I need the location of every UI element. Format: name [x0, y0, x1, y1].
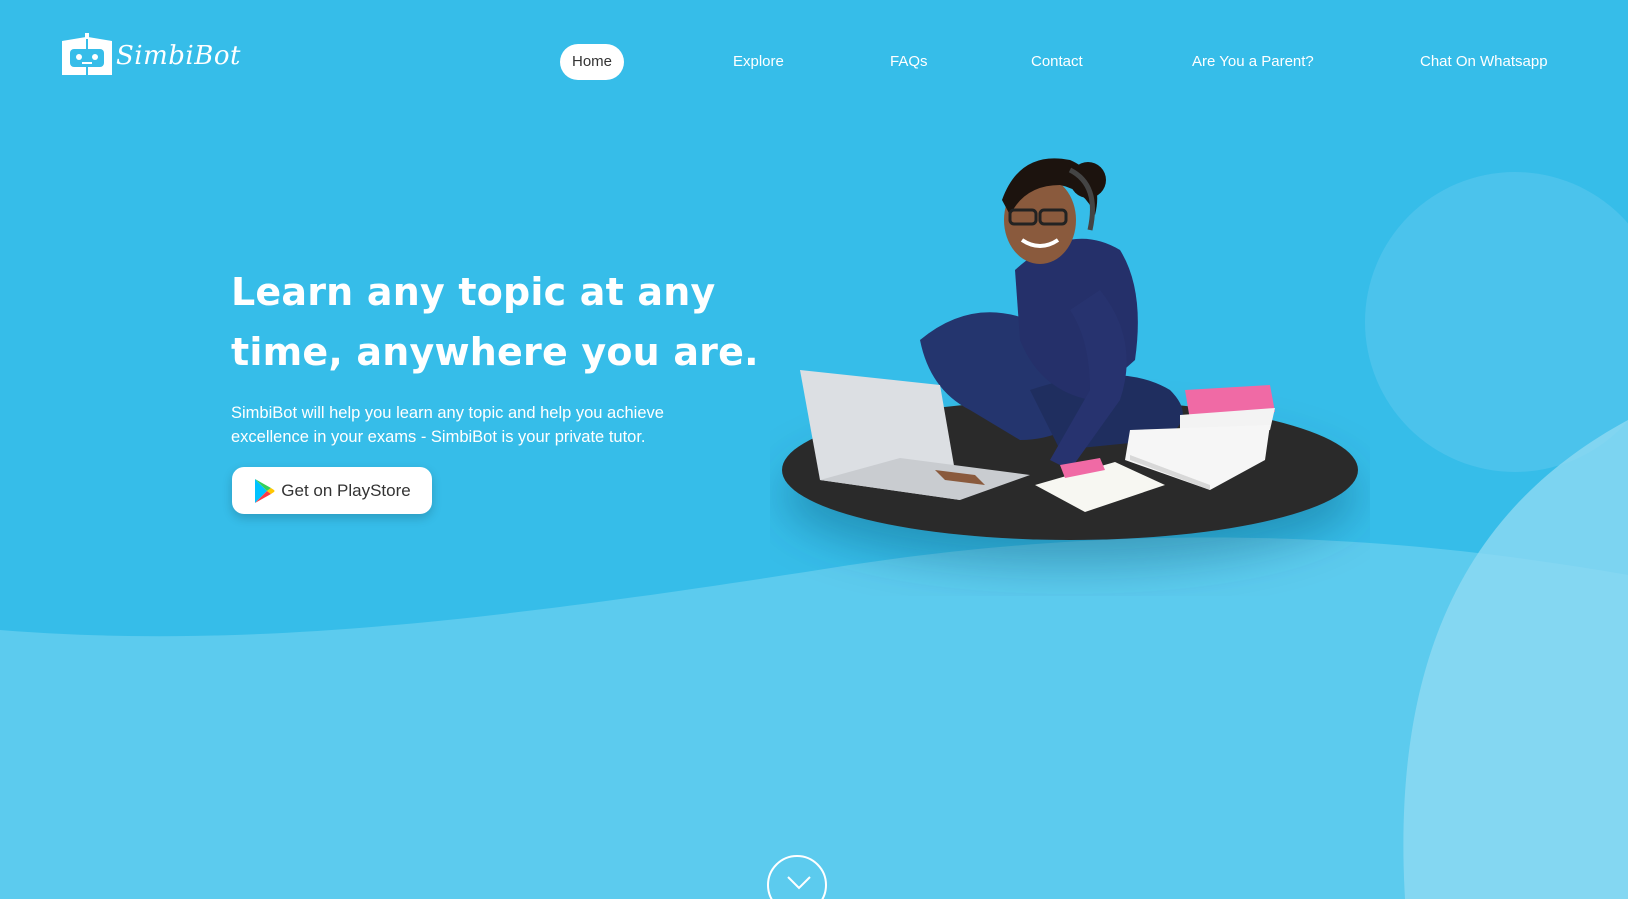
hero-title: Learn any topic at any time, anywhere yo… [231, 262, 791, 382]
get-on-playstore-button[interactable]: Get on PlayStore [232, 467, 432, 514]
nav-faqs[interactable]: FAQs [890, 44, 928, 80]
nav-contact[interactable]: Contact [1031, 44, 1083, 80]
student-illustration [782, 158, 1358, 540]
hero-title-line-1: Learn any topic at any [231, 270, 716, 314]
hero-title-line-2: time, anywhere you are. [231, 330, 759, 374]
nav-home[interactable]: Home [560, 44, 625, 80]
nav-explore[interactable]: Explore [733, 44, 784, 80]
hero-subtitle-line-2: excellence in your exams - SimbiBot is y… [231, 428, 646, 446]
playstore-label: Get on PlayStore [281, 480, 411, 500]
google-play-icon [255, 478, 275, 503]
nav-parent[interactable]: Are You a Parent? [1192, 44, 1314, 80]
brand-logo[interactable]: SimbiBot [60, 33, 241, 79]
landing-page: SimbiBot Home Explore FAQs Contact Are Y… [0, 0, 1628, 899]
brand-name: SimbiBot [116, 41, 241, 71]
hero-subtitle-line-1: SimbiBot will help you learn any topic a… [231, 404, 664, 422]
book-robot-icon [62, 33, 112, 75]
hero-subtitle: SimbiBot will help you learn any topic a… [231, 401, 751, 449]
chevron-down-icon [787, 876, 811, 890]
nav-whatsapp[interactable]: Chat On Whatsapp [1420, 44, 1548, 80]
